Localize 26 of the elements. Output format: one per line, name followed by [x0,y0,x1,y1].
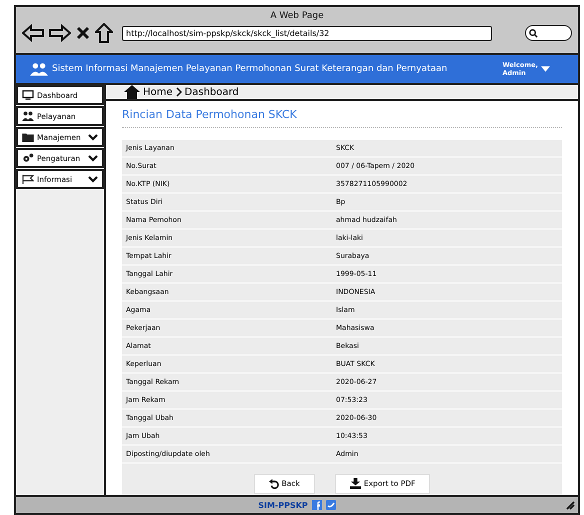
address-field[interactable]: http://localhost/sim-ppskp/skck/skck_list/details/32 [122,26,492,40]
chevron-down-icon [88,134,98,140]
window-title: A Web Page [270,11,324,21]
breadcrumb-current: Dashboard [184,86,239,98]
search-field[interactable] [525,25,572,41]
footer-text: SIM-PPSKP [258,500,308,510]
download-icon [350,478,361,489]
app-title: Sistem Informasi Manajemen Pelayanan Permohonan Surat Keterangan dan Pernyataan [52,64,448,74]
facebook-icon[interactable] [312,500,322,510]
caret-icon [541,66,550,72]
users-icon [30,62,48,76]
chevron-right-icon [176,87,182,97]
search-icon [529,28,538,38]
resize-grip-icon[interactable] [565,500,575,510]
back-icon[interactable] [22,24,44,42]
undo-icon [268,478,279,488]
chevron-down-icon [88,154,98,162]
chevron-down-icon [88,176,98,182]
breadcrumb-link[interactable]: Home [143,86,173,98]
close-icon[interactable] [76,26,90,40]
section-title: Rincian Data Permohonan SKCK [122,108,298,121]
monitor-icon [22,90,34,100]
people-icon [22,111,34,121]
folder-icon [22,132,34,142]
forward-icon[interactable] [49,24,71,42]
flag-icon [22,174,34,184]
